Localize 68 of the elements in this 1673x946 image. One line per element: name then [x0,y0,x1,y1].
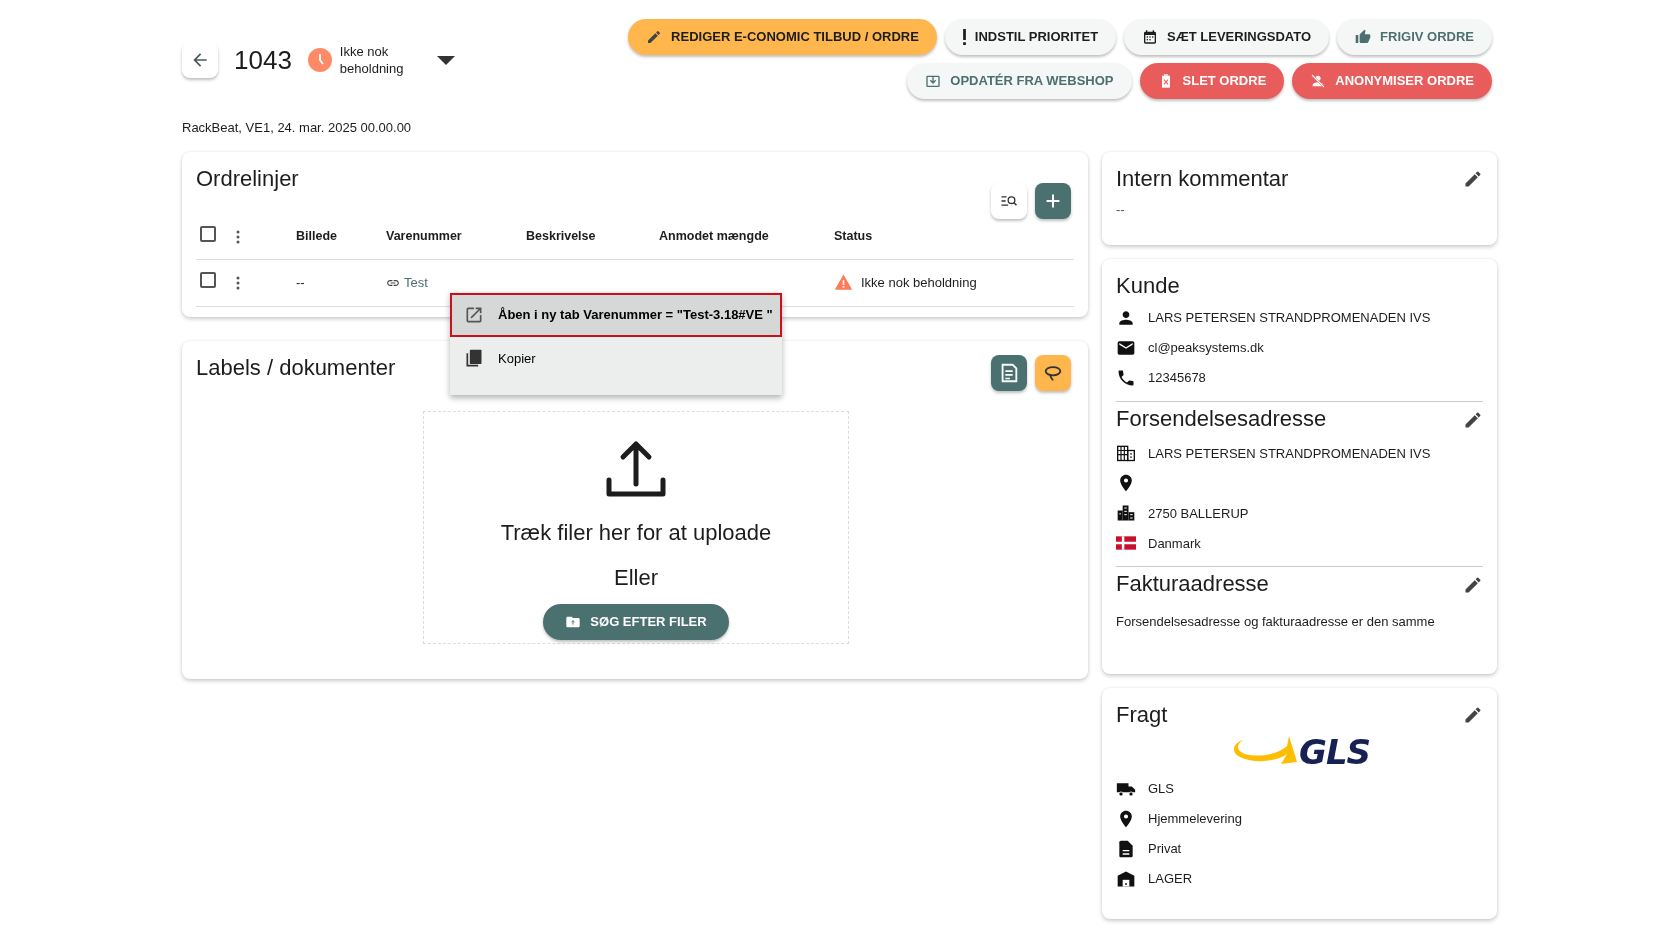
browse-files-button[interactable]: SØG EFTER FILER [543,603,729,640]
card-title: Forsendelsesadresse [1116,405,1327,433]
document-icon [1116,838,1136,859]
card-title: Kunde [1116,272,1180,299]
card-title: Ordrelinjer [196,165,299,192]
column-header: Billede [296,229,337,244]
select-all-checkbox[interactable] [200,225,216,242]
pencil-icon [1463,705,1483,726]
info-text: Danmark [1148,534,1201,553]
info-text: GLS [1148,780,1174,799]
upload-prompt: Træk filer her for at uploade [500,518,772,547]
more-options-icon[interactable] [236,276,240,291]
info-text: cl@peaksystems.dk [1148,339,1264,358]
warning-icon [834,273,853,292]
search-lines-button[interactable] [991,182,1027,219]
order-subtitle: RackBeat, VE1, 24. mar. 2025 00.00.00 [182,120,412,135]
menu-item[interactable]: Kopier [450,336,782,381]
upload-icon [605,439,667,500]
info-text: LAGER [1148,870,1193,889]
add-line-button[interactable] [1035,182,1071,219]
download-icon [925,73,942,89]
pencil-icon [646,29,663,45]
info-text: Hjemmelevering [1148,810,1242,829]
building-icon [1116,443,1136,464]
person-off-icon [1310,73,1327,89]
more-options-icon[interactable] [236,229,240,244]
set-delivery-date-button[interactable]: SÆT LEVERINGSDATO [1124,19,1330,55]
edit-order-button[interactable]: REDIGER E-CONOMIC TILBUD / ORDRE [628,19,937,55]
lasso-button[interactable] [1035,354,1071,391]
set-priority-button[interactable]: INDSTIL PRIORITET [944,19,1117,55]
calendar-icon [1142,29,1159,45]
exclamation-icon [962,29,966,45]
thumbs-up-icon [1355,29,1372,45]
order-number: 1043 [234,43,292,77]
card-title: Intern kommentar [1116,165,1289,192]
carrier-logo: GLS [1228,733,1371,770]
status-text: Ikke nok beholdning [861,273,977,292]
info-text: 12345678 [1148,369,1206,388]
card-title: Fakturaadresse [1116,571,1269,598]
menu-item[interactable]: Åben i ny tab Varenummer = "Test-3.18#VE " [450,292,782,337]
card-title: Labels / dokumenter [196,354,396,381]
or-text: Eller [614,563,658,592]
city-icon [1116,503,1136,524]
column-header: Beskrivelse [526,229,596,244]
info-text: 2750 BALLERUP [1148,504,1249,523]
upload-dropzone[interactable]: Træk filer her for at uploade Eller SØG EFTER FILER [423,410,849,644]
release-order-button[interactable]: FRIGIV ORDRE [1337,19,1492,55]
pencil-icon [1463,575,1483,596]
pencil-icon [1463,409,1483,430]
info-text: Forsendelsesadresse og fakturaadresse er den samme [1116,613,1435,629]
update-from-webshop-button[interactable]: OPDATÉR FRA WEBSHOP [907,63,1132,99]
table-cell: -- [296,274,305,290]
clock-icon [307,48,332,72]
order-status: Ikke nok beholdning [339,43,405,77]
pencil-icon [1463,169,1483,190]
column-header: Status [834,229,873,244]
info-text: Privat [1148,840,1182,859]
info-text: LARS PETERSEN STRANDPROMENADEN IVS [1148,444,1431,463]
row-checkbox[interactable] [200,271,216,288]
back-button[interactable] [182,42,218,78]
add-document-button[interactable] [991,354,1027,391]
item-number-link[interactable]: Test [404,272,428,293]
info-text: LARS PETERSEN STRANDPROMENADEN IVS [1148,309,1431,328]
column-header: Anmodet mængde [659,229,769,244]
card-title: Fragt [1116,701,1168,728]
column-header: Varenummer [386,229,462,244]
comment-text: -- [1116,201,1125,217]
copy-icon [464,348,484,369]
